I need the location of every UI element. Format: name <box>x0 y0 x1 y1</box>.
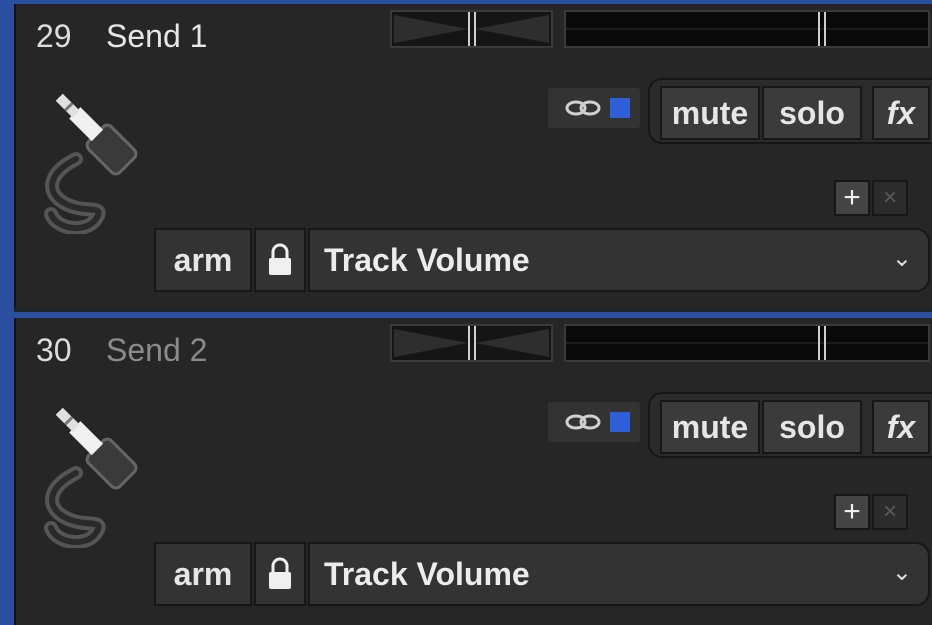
track-number: 30 <box>36 332 72 368</box>
lock-icon <box>269 243 291 275</box>
solo-button[interactable]: solo <box>762 86 862 140</box>
lock-icon <box>269 557 291 589</box>
track-30-color-bar[interactable] <box>0 318 14 625</box>
track-name[interactable]: Send 2 <box>106 332 207 369</box>
fx-button[interactable]: fx <box>872 86 930 140</box>
add-envelope-button[interactable]: + <box>834 180 870 216</box>
track-29[interactable]: 29 Send 1 mute solo fx + × arm Track Vol… <box>14 4 932 308</box>
link-toggle[interactable] <box>548 402 640 442</box>
link-icon <box>565 412 630 432</box>
lock-button[interactable] <box>254 542 306 606</box>
solo-button[interactable]: solo <box>762 400 862 454</box>
remove-envelope-button[interactable]: × <box>872 494 908 530</box>
mute-button[interactable]: mute <box>660 86 760 140</box>
link-icon <box>565 98 630 118</box>
volume-slider[interactable] <box>564 10 930 48</box>
envelope-row: arm Track Volume ⌄ <box>154 542 930 606</box>
envelope-parameter-select[interactable]: Track Volume ⌄ <box>308 542 930 606</box>
link-toggle[interactable] <box>548 88 640 128</box>
arm-button[interactable]: arm <box>154 542 252 606</box>
lock-button[interactable] <box>254 228 306 292</box>
pan-slider[interactable] <box>390 324 553 362</box>
envelope-parameter-select[interactable]: Track Volume ⌄ <box>308 228 930 292</box>
audio-cable-icon <box>44 407 138 548</box>
fx-button[interactable]: fx <box>872 400 930 454</box>
track-button-group: mute solo fx <box>648 392 932 458</box>
remove-envelope-button[interactable]: × <box>872 180 908 216</box>
track-30[interactable]: 30 Send 2 mute solo fx + × arm Track Vol… <box>14 318 932 625</box>
pan-slider-graphic <box>394 12 549 46</box>
track-name[interactable]: Send 1 <box>106 18 207 55</box>
audio-cable-icon <box>44 93 138 234</box>
volume-slider-graphic <box>566 326 928 360</box>
selected-parameter: Track Volume <box>324 241 530 278</box>
mute-button[interactable]: mute <box>660 400 760 454</box>
chevron-down-icon: ⌄ <box>891 559 912 586</box>
track-29-color-bar[interactable] <box>0 0 14 312</box>
add-envelope-button[interactable]: + <box>834 494 870 530</box>
pan-slider[interactable] <box>390 10 553 48</box>
track-list: 29 Send 1 mute solo fx + × arm Track Vol… <box>0 0 932 625</box>
chevron-down-icon: ⌄ <box>891 245 912 272</box>
volume-slider-graphic <box>566 12 928 46</box>
envelope-row: arm Track Volume ⌄ <box>154 228 930 292</box>
pan-slider-graphic <box>394 326 549 360</box>
arm-button[interactable]: arm <box>154 228 252 292</box>
volume-slider[interactable] <box>564 324 930 362</box>
selected-parameter: Track Volume <box>324 555 530 592</box>
track-number: 29 <box>36 18 72 54</box>
track-button-group: mute solo fx <box>648 78 932 144</box>
